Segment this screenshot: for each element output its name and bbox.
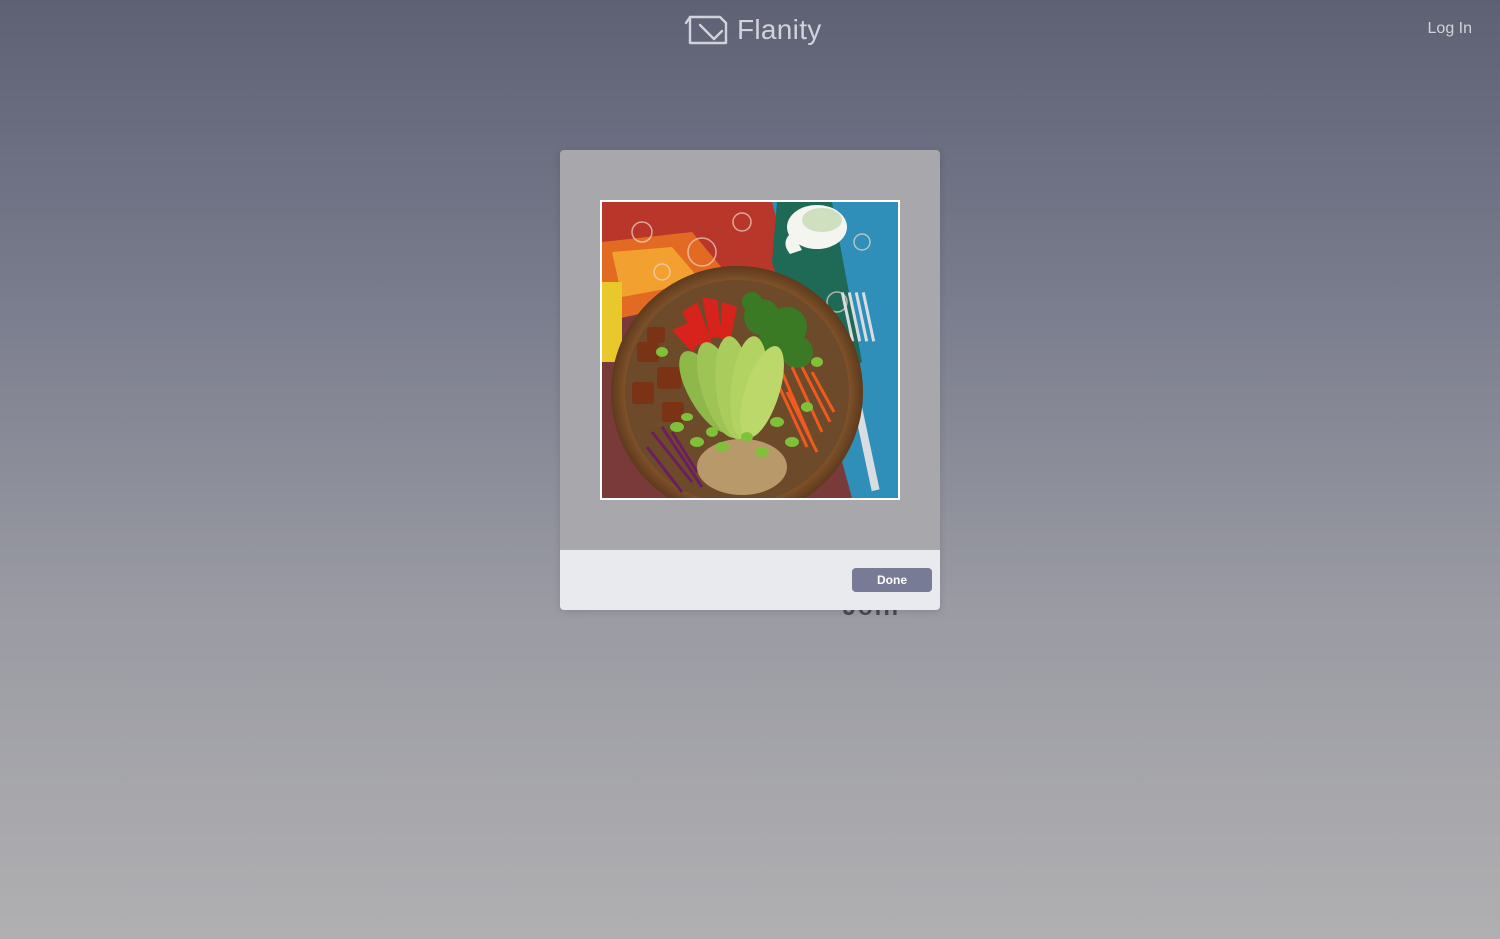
- page: Flanity Log In Join Done: [0, 0, 1500, 939]
- photo-frame: [600, 200, 900, 500]
- modal-body: [560, 150, 940, 550]
- flanity-logo-icon: [684, 15, 728, 45]
- brand-name: Flanity: [737, 14, 822, 45]
- modal-footer: Done: [560, 550, 940, 610]
- brand-logo[interactable]: Flanity: [684, 12, 822, 48]
- top-header: Flanity Log In: [0, 0, 1500, 60]
- food-bowl-photo: [602, 202, 898, 498]
- image-modal: Done: [560, 150, 940, 610]
- login-link[interactable]: Log In: [1428, 20, 1472, 38]
- done-button[interactable]: Done: [852, 568, 932, 592]
